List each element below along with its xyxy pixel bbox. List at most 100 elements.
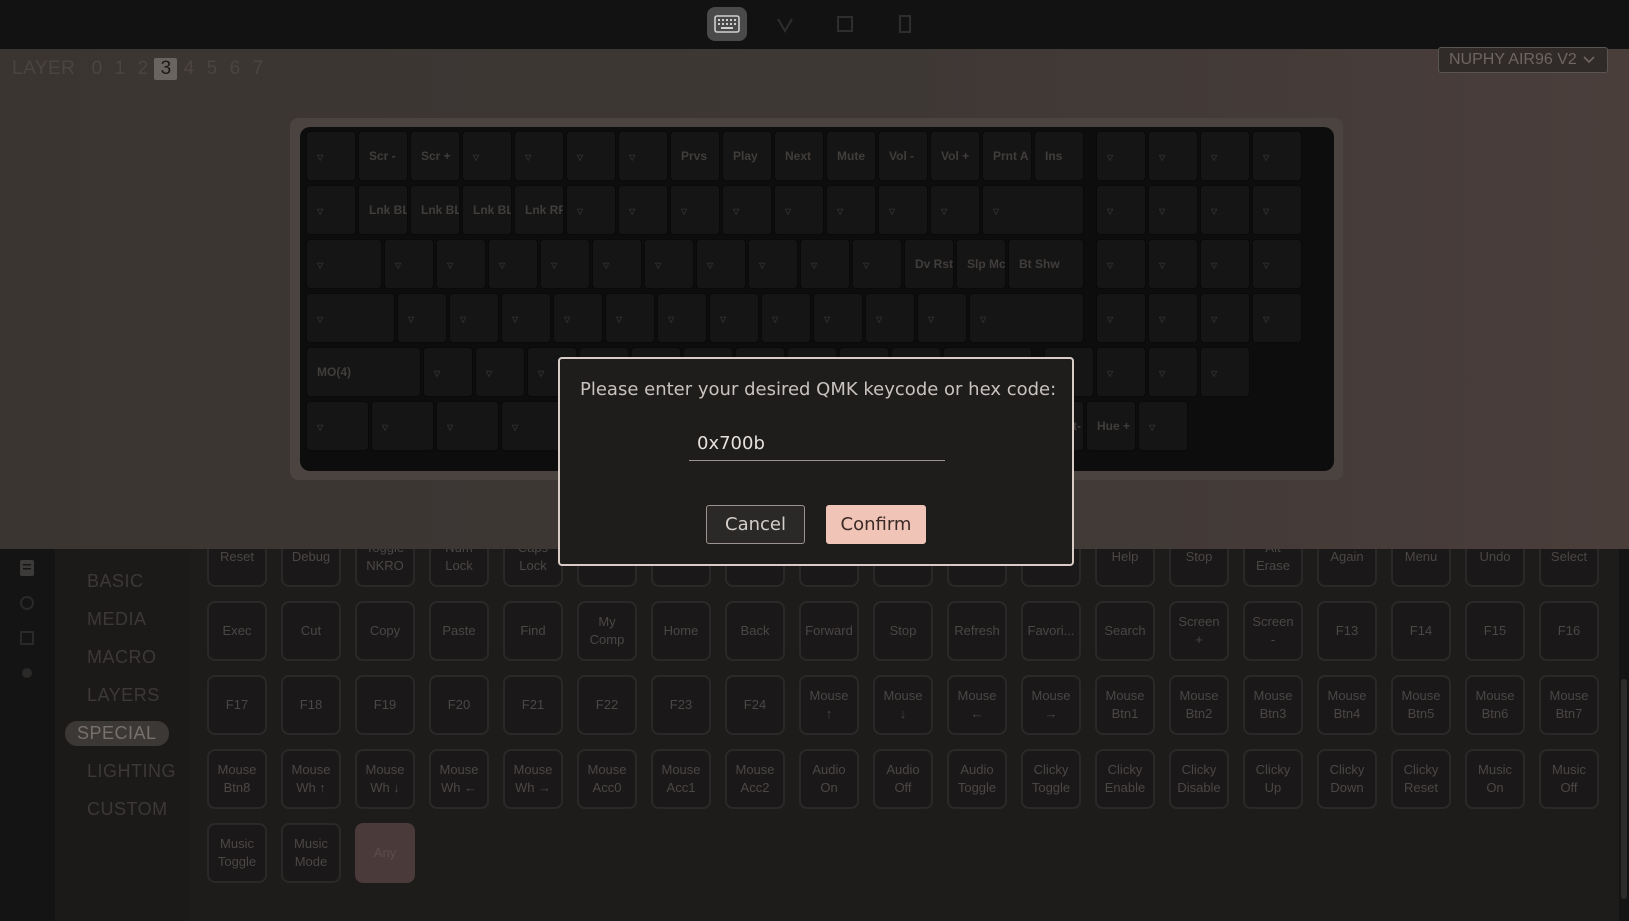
keyboard-key[interactable]: ▽: [1138, 401, 1188, 451]
keycode-button[interactable]: Debug: [281, 549, 341, 587]
keycode-input[interactable]: [689, 427, 945, 461]
keyboard-key[interactable]: ▽: [1252, 239, 1302, 289]
keycode-button[interactable]: My Comp: [577, 601, 637, 661]
layer-button-1[interactable]: 1: [108, 58, 131, 80]
keyboard-key[interactable]: ▽: [371, 401, 434, 451]
keyboard-key[interactable]: ▽: [384, 239, 434, 289]
keycode-button[interactable]: Mouse Wh ↓: [355, 749, 415, 809]
keyboard-key[interactable]: ▽: [800, 239, 850, 289]
keyboard-key[interactable]: Lnk BL: [410, 185, 460, 235]
keyboard-key[interactable]: Scr +: [410, 131, 460, 181]
keycode-button[interactable]: Music Toggle: [207, 823, 267, 883]
keycode-button[interactable]: Music Off: [1539, 749, 1599, 809]
keycode-button[interactable]: Undo: [1465, 549, 1525, 587]
keycode-button[interactable]: Music Mode: [281, 823, 341, 883]
keyboard-key[interactable]: ▽: [436, 401, 499, 451]
keyboard-key[interactable]: ▽: [917, 293, 967, 343]
keyboard-key[interactable]: Bt Shw: [1008, 239, 1084, 289]
keyboard-key[interactable]: ▽: [306, 293, 395, 343]
keyboard-key[interactable]: ▽: [566, 185, 616, 235]
keyboard-key[interactable]: ▽: [1200, 293, 1250, 343]
keyboard-key[interactable]: ▽: [306, 401, 369, 451]
keyboard-key[interactable]: ▽: [423, 347, 473, 397]
keyboard-key[interactable]: ▽: [1148, 185, 1198, 235]
debug-icon[interactable]: [765, 7, 805, 41]
keyboard-key[interactable]: ▽: [1148, 347, 1198, 397]
keyboard-key[interactable]: Vol +: [930, 131, 980, 181]
keyboard-key[interactable]: ▽: [436, 239, 486, 289]
keyboard-key[interactable]: Lnk BL: [358, 185, 408, 235]
keycode-button[interactable]: Reset: [207, 549, 267, 587]
keycode-button[interactable]: Audio Toggle: [947, 749, 1007, 809]
menu-item-media[interactable]: MEDIA: [75, 607, 159, 632]
keyboard-key[interactable]: ▽: [670, 185, 720, 235]
keyboard-key[interactable]: ▽: [852, 239, 902, 289]
keyboard-key[interactable]: ▽: [1096, 347, 1146, 397]
keycode-button[interactable]: Mouse Btn1: [1095, 675, 1155, 735]
keycode-button[interactable]: F14: [1391, 601, 1451, 661]
keycode-button[interactable]: F18: [281, 675, 341, 735]
keyboard-key[interactable]: ▽: [514, 131, 564, 181]
keycode-button[interactable]: Screen +: [1169, 601, 1229, 661]
keycode-button[interactable]: F13: [1317, 601, 1377, 661]
keyboard-key[interactable]: Lnk BL: [462, 185, 512, 235]
keycode-button[interactable]: Clicky Down: [1317, 749, 1377, 809]
keyboard-key[interactable]: ▽: [553, 293, 603, 343]
keycode-button[interactable]: Stop: [1169, 549, 1229, 587]
keyboard-key[interactable]: ▽: [761, 293, 811, 343]
keyboard-key[interactable]: ▽: [1252, 293, 1302, 343]
keyboard-icon[interactable]: [707, 7, 747, 41]
menu-item-lighting[interactable]: LIGHTING: [75, 759, 188, 784]
keycode-button[interactable]: Again: [1317, 549, 1377, 587]
keyboard-key[interactable]: Vol -: [878, 131, 928, 181]
keyboard-key[interactable]: MO(4): [306, 347, 421, 397]
keycode-button[interactable]: Mouse Btn3: [1243, 675, 1303, 735]
keyboard-key[interactable]: Lnk RF: [514, 185, 564, 235]
keycode-button[interactable]: Exec: [207, 601, 267, 661]
layer-button-0[interactable]: 0: [85, 58, 108, 80]
keyboard-key[interactable]: ▽: [644, 239, 694, 289]
lighting-menu-icon[interactable]: [18, 594, 36, 612]
layer-button-2[interactable]: 2: [131, 58, 154, 80]
cancel-button[interactable]: Cancel: [706, 505, 805, 544]
keyboard-key[interactable]: ▽: [748, 239, 798, 289]
keyboard-key[interactable]: ▽: [982, 185, 1084, 235]
keycode-button[interactable]: Back: [725, 601, 785, 661]
keyboard-key[interactable]: ▽: [930, 185, 980, 235]
confirm-button[interactable]: Confirm: [826, 505, 926, 544]
keycode-button[interactable]: Find: [503, 601, 563, 661]
layer-button-3[interactable]: 3: [154, 58, 178, 80]
keyboard-key[interactable]: Prvs: [670, 131, 720, 181]
layer-button-6[interactable]: 6: [223, 58, 246, 80]
keyboard-key[interactable]: ▽: [826, 185, 876, 235]
keycode-button[interactable]: Clicky Toggle: [1021, 749, 1081, 809]
keycode-button[interactable]: Clicky Up: [1243, 749, 1303, 809]
keycode-button[interactable]: Clicky Disable: [1169, 749, 1229, 809]
keycode-button[interactable]: Screen -: [1243, 601, 1303, 661]
keyboard-key[interactable]: ▽: [397, 293, 447, 343]
keyboard-key[interactable]: ▽: [878, 185, 928, 235]
keyboard-key[interactable]: ▽: [865, 293, 915, 343]
keyboard-key[interactable]: ▽: [1200, 185, 1250, 235]
menu-item-layers[interactable]: LAYERS: [75, 683, 172, 708]
keycode-panel-scrollbar[interactable]: [1619, 549, 1629, 921]
keyboard-key[interactable]: ▽: [306, 239, 382, 289]
menu-item-basic[interactable]: BASIC: [75, 569, 156, 594]
keyboard-key[interactable]: ▽: [1096, 293, 1146, 343]
keycode-menu-icon[interactable]: [18, 559, 36, 577]
keycode-button[interactable]: F23: [651, 675, 711, 735]
keycode-button[interactable]: Cut: [281, 601, 341, 661]
keyboard-key[interactable]: ▽: [657, 293, 707, 343]
layer-button-7[interactable]: 7: [246, 58, 269, 80]
keycode-button[interactable]: Select: [1539, 549, 1599, 587]
keycode-button[interactable]: F20: [429, 675, 489, 735]
keycode-button[interactable]: Mouse ↑: [799, 675, 859, 735]
keycode-button[interactable]: F22: [577, 675, 637, 735]
keycode-button[interactable]: Home: [651, 601, 711, 661]
keycode-button[interactable]: Num Lock: [429, 549, 489, 587]
keyboard-key[interactable]: ▽: [1252, 185, 1302, 235]
keyboard-key[interactable]: ▽: [1148, 131, 1198, 181]
keyboard-key[interactable]: ▽: [1200, 347, 1250, 397]
device-dropdown[interactable]: NUPHY AIR96 V2: [1438, 47, 1608, 73]
keyboard-key[interactable]: ▽: [1096, 239, 1146, 289]
